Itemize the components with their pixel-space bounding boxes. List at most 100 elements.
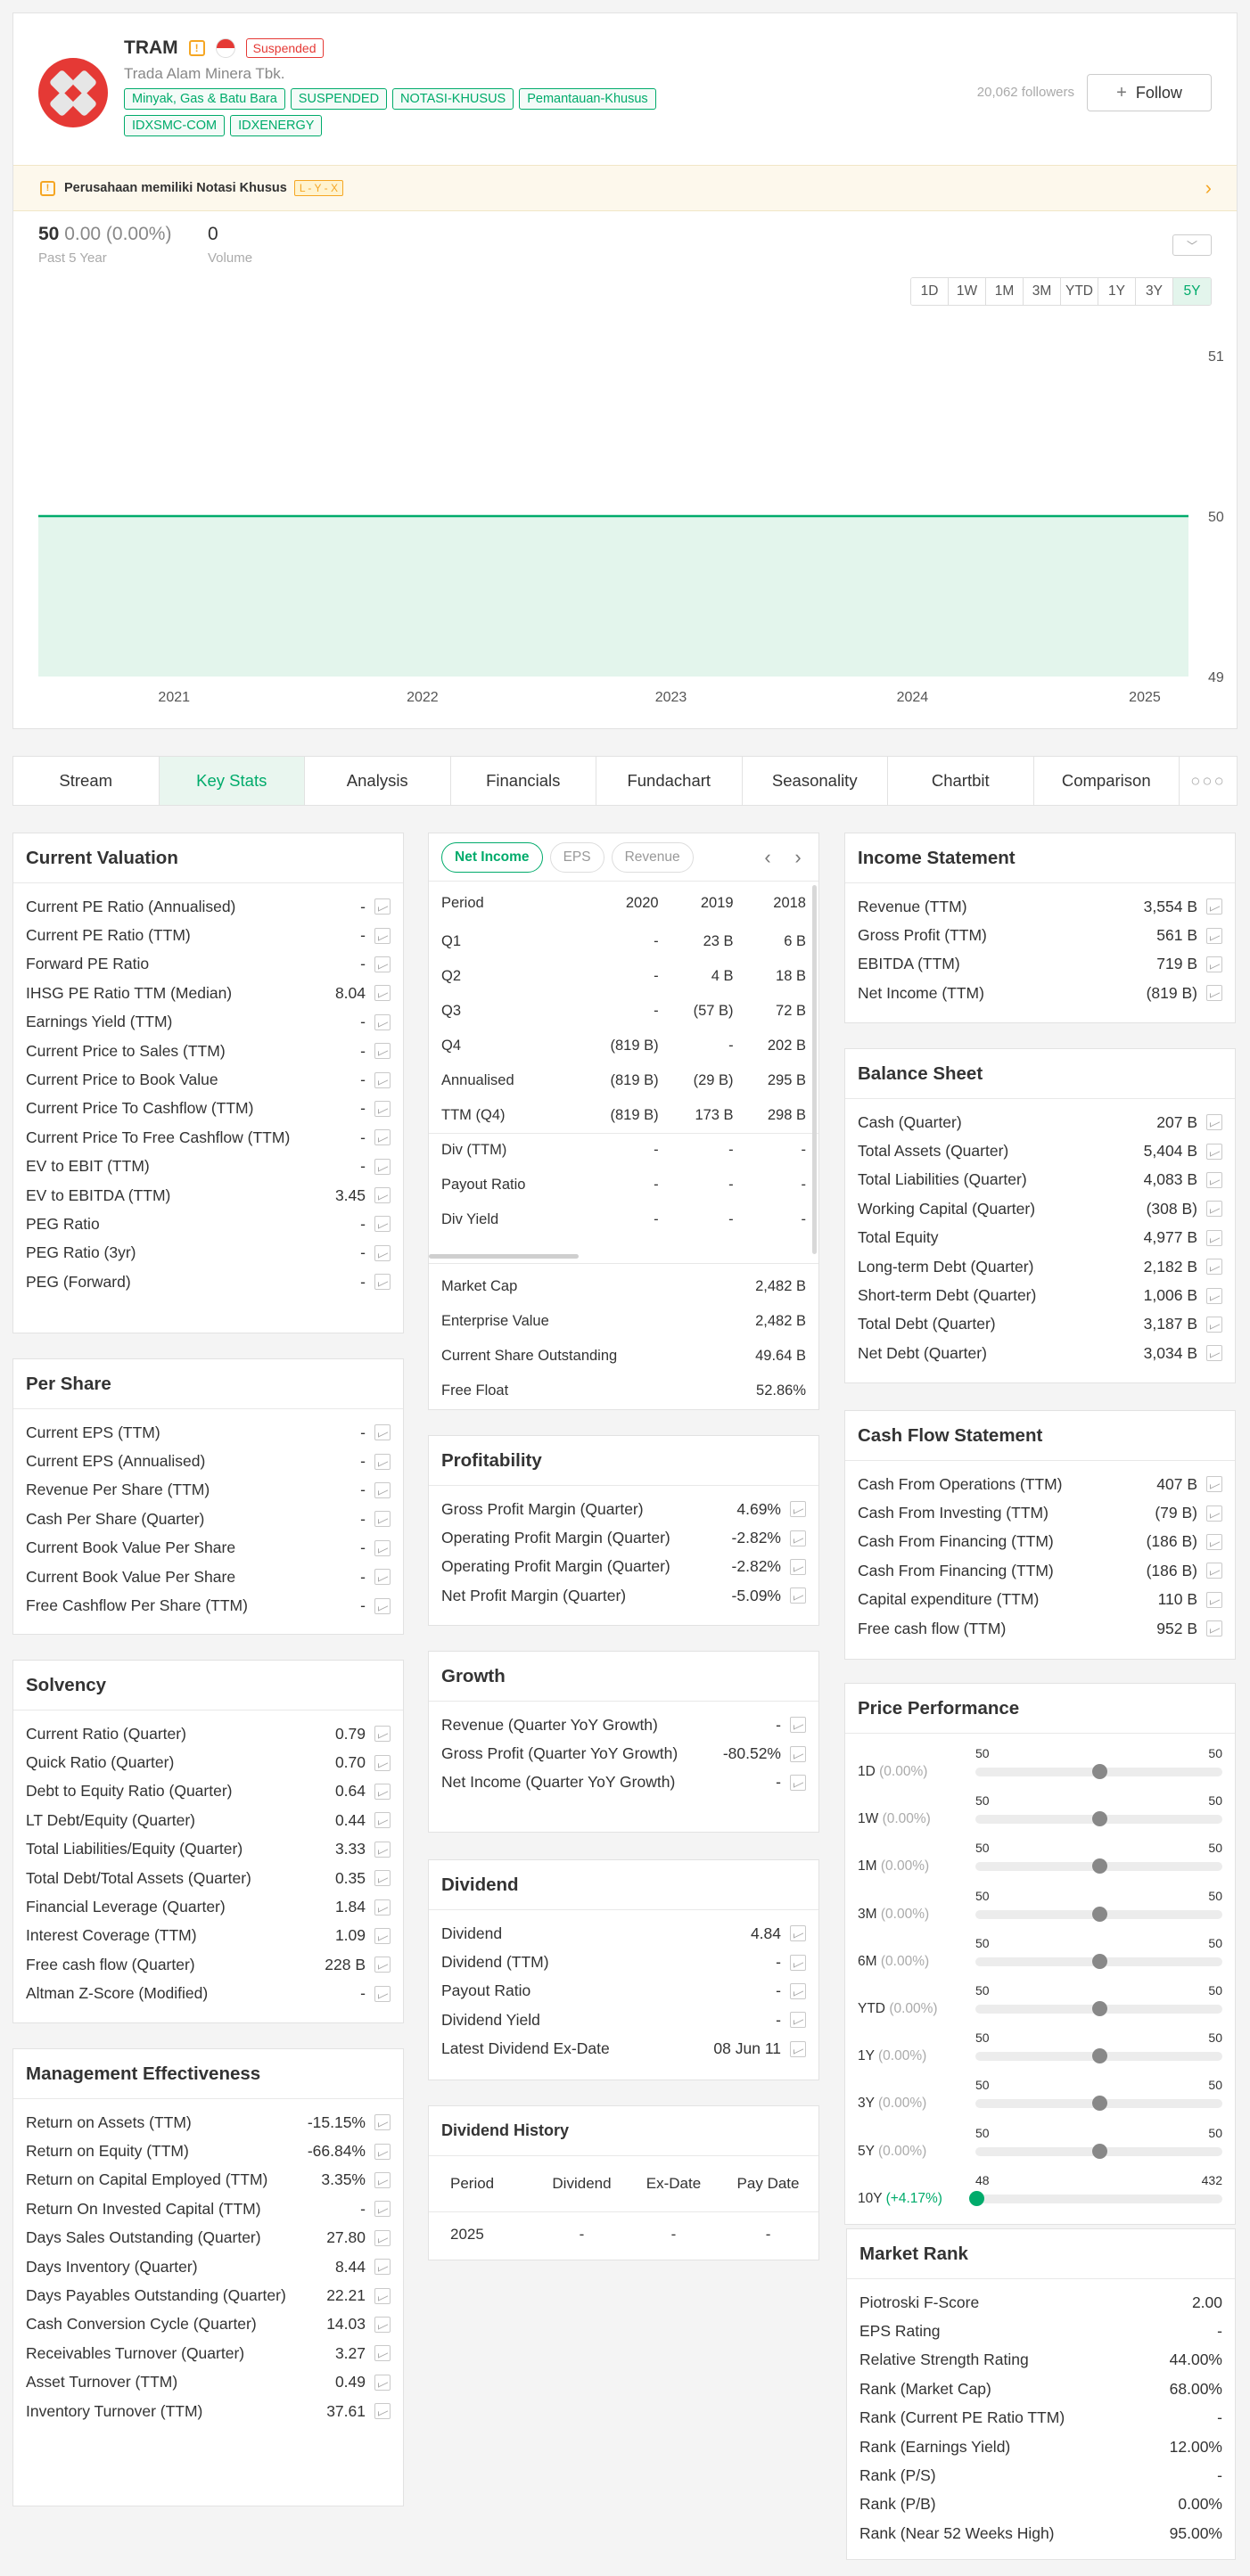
mini-chart-icon[interactable] bbox=[790, 1587, 806, 1604]
tag-pemantauan-khusus[interactable]: Pemantauan-Khusus bbox=[519, 88, 656, 110]
mini-chart-icon[interactable] bbox=[1206, 1143, 1222, 1160]
mini-chart-icon[interactable] bbox=[374, 2259, 391, 2276]
tab-chartbit[interactable]: Chartbit bbox=[888, 757, 1034, 805]
mini-chart-icon[interactable] bbox=[1206, 1114, 1222, 1131]
mini-chart-icon[interactable] bbox=[374, 2171, 391, 2188]
chart-options-dropdown[interactable]: ﹀ bbox=[1172, 234, 1212, 256]
tag-idxsmc-com[interactable]: IDXSMC-COM bbox=[124, 115, 226, 136]
tab-financials[interactable]: Financials bbox=[451, 757, 596, 805]
mini-chart-icon[interactable] bbox=[1206, 1259, 1222, 1276]
mini-chart-icon[interactable] bbox=[374, 1129, 391, 1146]
tab-key-stats[interactable]: Key Stats bbox=[159, 757, 305, 805]
mini-chart-icon[interactable] bbox=[1206, 1505, 1222, 1522]
mini-chart-icon[interactable] bbox=[1206, 1533, 1222, 1550]
tab-analysis[interactable]: Analysis bbox=[305, 757, 451, 805]
mini-chart-icon[interactable] bbox=[374, 1453, 391, 1470]
mini-chart-icon[interactable] bbox=[374, 1013, 391, 1030]
mini-chart-icon[interactable] bbox=[374, 1870, 391, 1887]
mini-chart-icon[interactable] bbox=[790, 1954, 806, 1971]
mini-chart-icon[interactable] bbox=[374, 1424, 391, 1441]
mini-chart-icon[interactable] bbox=[374, 2345, 391, 2362]
mini-chart-icon[interactable] bbox=[374, 1100, 391, 1117]
range-button-3y[interactable]: 3Y bbox=[1136, 278, 1173, 305]
tab-comparison[interactable]: Comparison bbox=[1034, 757, 1180, 805]
mini-chart-icon[interactable] bbox=[1206, 956, 1222, 972]
mini-chart-icon[interactable] bbox=[374, 1927, 391, 1944]
mini-chart-icon[interactable] bbox=[374, 1071, 391, 1088]
horizontal-scrollbar[interactable] bbox=[429, 1254, 579, 1259]
mini-chart-icon[interactable] bbox=[1206, 1476, 1222, 1493]
mini-chart-icon[interactable] bbox=[374, 2114, 391, 2131]
mini-chart-icon[interactable] bbox=[374, 1597, 391, 1614]
mini-chart-icon[interactable] bbox=[374, 1754, 391, 1771]
tab-fundachart[interactable]: Fundachart bbox=[596, 757, 743, 805]
mini-chart-icon[interactable] bbox=[374, 2229, 391, 2246]
mini-chart-icon[interactable] bbox=[790, 1774, 806, 1791]
mini-chart-icon[interactable] bbox=[1206, 898, 1222, 915]
chevron-left-icon[interactable]: ‹ bbox=[756, 846, 779, 869]
mini-chart-icon[interactable] bbox=[374, 2143, 391, 2160]
range-button-3m[interactable]: 3M bbox=[1024, 278, 1061, 305]
mini-chart-icon[interactable] bbox=[790, 1501, 806, 1518]
mini-chart-icon[interactable] bbox=[374, 2374, 391, 2391]
mini-chart-icon[interactable] bbox=[374, 2403, 391, 2420]
mini-chart-icon[interactable] bbox=[374, 985, 391, 1002]
mini-chart-icon[interactable] bbox=[790, 1558, 806, 1575]
mini-chart-icon[interactable] bbox=[790, 2012, 806, 2029]
mini-chart-icon[interactable] bbox=[374, 1216, 391, 1233]
pill-eps[interactable]: EPS bbox=[549, 841, 604, 873]
tab-seasonality[interactable]: Seasonality bbox=[743, 757, 888, 805]
mini-chart-icon[interactable] bbox=[374, 1957, 391, 1973]
mini-chart-icon[interactable] bbox=[1206, 1620, 1222, 1637]
tab-stream[interactable]: Stream bbox=[13, 757, 160, 805]
range-button-1m[interactable]: 1M bbox=[986, 278, 1024, 305]
tag-sector[interactable]: Minyak, Gas & Batu Bara bbox=[124, 88, 285, 110]
mini-chart-icon[interactable] bbox=[790, 1745, 806, 1762]
mini-chart-icon[interactable] bbox=[374, 1158, 391, 1175]
tag-notasi-khusus[interactable]: NOTASI-KHUSUS bbox=[392, 88, 514, 110]
mini-chart-icon[interactable] bbox=[374, 2287, 391, 2304]
mini-chart-icon[interactable] bbox=[374, 1726, 391, 1743]
mini-chart-icon[interactable] bbox=[374, 956, 391, 972]
mini-chart-icon[interactable] bbox=[374, 2201, 391, 2218]
mini-chart-icon[interactable] bbox=[374, 1187, 391, 1204]
mini-chart-icon[interactable] bbox=[374, 1481, 391, 1498]
mini-chart-icon[interactable] bbox=[374, 1043, 391, 1060]
tag-idxenergy[interactable]: IDXENERGY bbox=[230, 115, 323, 136]
mini-chart-icon[interactable] bbox=[374, 2316, 391, 2333]
mini-chart-icon[interactable] bbox=[1206, 985, 1222, 1002]
mini-chart-icon[interactable] bbox=[374, 898, 391, 915]
mini-chart-icon[interactable] bbox=[374, 927, 391, 944]
mini-chart-icon[interactable] bbox=[1206, 1591, 1222, 1608]
mini-chart-icon[interactable] bbox=[1206, 1316, 1222, 1333]
more-tabs-icon[interactable]: ○○○ bbox=[1180, 757, 1237, 805]
mini-chart-icon[interactable] bbox=[374, 1899, 391, 1916]
mini-chart-icon[interactable] bbox=[790, 1982, 806, 1999]
tag-suspended[interactable]: SUSPENDED bbox=[290, 88, 388, 110]
range-button-5y[interactable]: 5Y bbox=[1173, 278, 1211, 305]
mini-chart-icon[interactable] bbox=[790, 1717, 806, 1734]
pill-revenue[interactable]: Revenue bbox=[611, 841, 694, 873]
mini-chart-icon[interactable] bbox=[1206, 1563, 1222, 1579]
notasi-notice-bar[interactable]: ! Perusahaan memiliki Notasi Khusus L - … bbox=[13, 165, 1237, 211]
mini-chart-icon[interactable] bbox=[374, 1244, 391, 1261]
range-button-1y[interactable]: 1Y bbox=[1098, 278, 1136, 305]
mini-chart-icon[interactable] bbox=[374, 1511, 391, 1528]
mini-chart-icon[interactable] bbox=[374, 1841, 391, 1858]
vertical-scrollbar[interactable] bbox=[812, 885, 817, 1254]
mini-chart-icon[interactable] bbox=[374, 1539, 391, 1556]
follow-button[interactable]: + Follow bbox=[1087, 74, 1212, 111]
mini-chart-icon[interactable] bbox=[1206, 1287, 1222, 1304]
range-button-1w[interactable]: 1W bbox=[949, 278, 986, 305]
mini-chart-icon[interactable] bbox=[374, 1812, 391, 1829]
range-button-ytd[interactable]: YTD bbox=[1061, 278, 1098, 305]
range-button-1d[interactable]: 1D bbox=[911, 278, 949, 305]
chevron-right-icon[interactable]: › bbox=[786, 846, 810, 869]
mini-chart-icon[interactable] bbox=[790, 1530, 806, 1546]
warning-icon[interactable]: ! bbox=[188, 40, 205, 56]
mini-chart-icon[interactable] bbox=[1206, 927, 1222, 944]
mini-chart-icon[interactable] bbox=[1206, 1201, 1222, 1218]
mini-chart-icon[interactable] bbox=[374, 1985, 391, 2002]
mini-chart-icon[interactable] bbox=[1206, 1229, 1222, 1246]
mini-chart-icon[interactable] bbox=[374, 1569, 391, 1586]
